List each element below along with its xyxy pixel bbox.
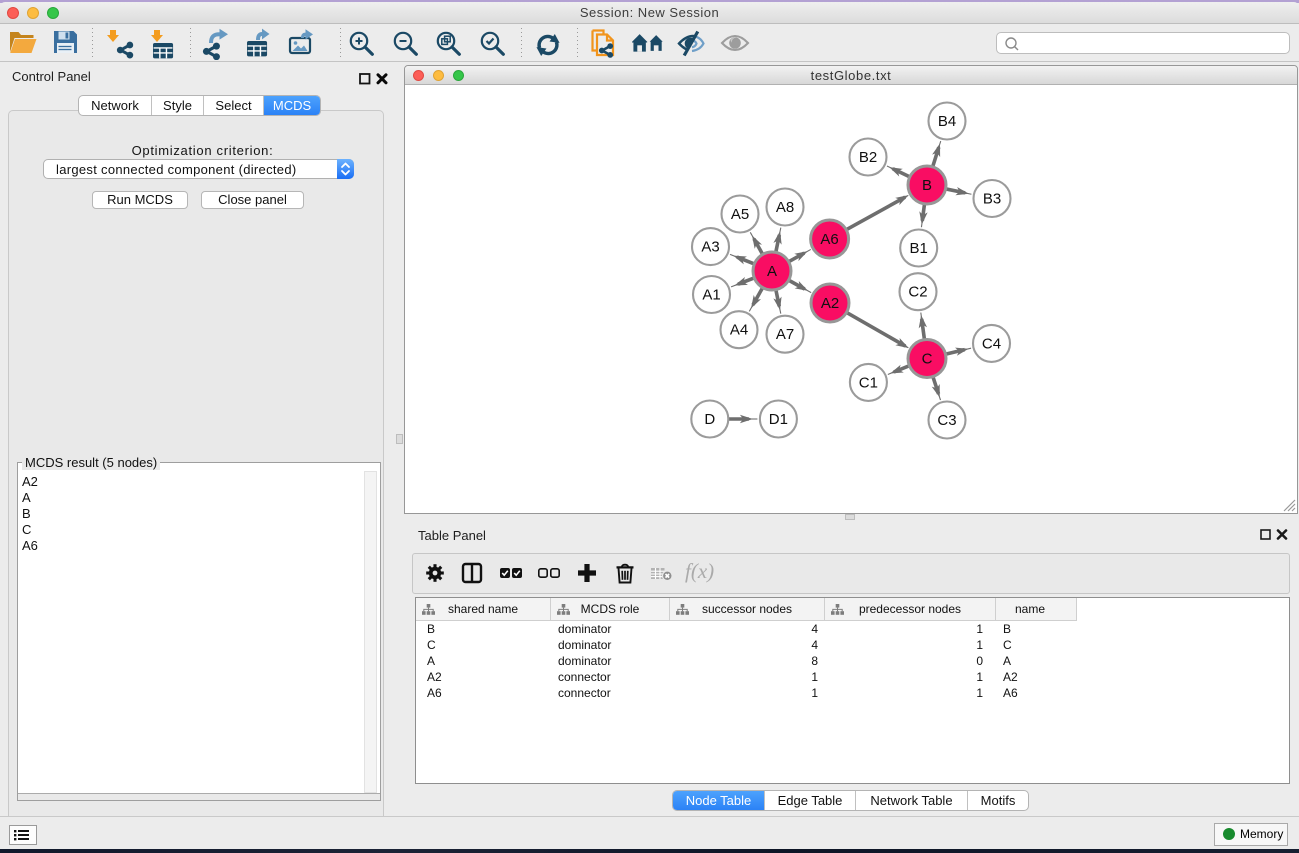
svg-text:A4: A4 [730, 322, 748, 339]
svg-text:B1: B1 [910, 240, 928, 257]
svg-text:D1: D1 [769, 411, 788, 428]
svg-text:B: B [922, 177, 932, 194]
svg-text:A3: A3 [701, 239, 719, 256]
svg-text:C4: C4 [982, 335, 1001, 352]
svg-text:A6: A6 [820, 231, 838, 248]
svg-text:D: D [704, 411, 715, 428]
svg-text:C: C [922, 351, 933, 368]
svg-text:B4: B4 [938, 113, 956, 130]
svg-text:A2: A2 [821, 295, 839, 312]
svg-text:B2: B2 [859, 149, 877, 166]
svg-text:A8: A8 [776, 199, 794, 216]
svg-text:A5: A5 [731, 206, 749, 223]
svg-text:C3: C3 [937, 412, 956, 429]
svg-text:C1: C1 [859, 374, 878, 391]
svg-text:B3: B3 [983, 191, 1001, 208]
svg-text:A1: A1 [702, 287, 720, 304]
svg-text:A7: A7 [776, 326, 794, 343]
svg-text:C2: C2 [908, 284, 927, 301]
svg-text:A: A [767, 263, 777, 280]
